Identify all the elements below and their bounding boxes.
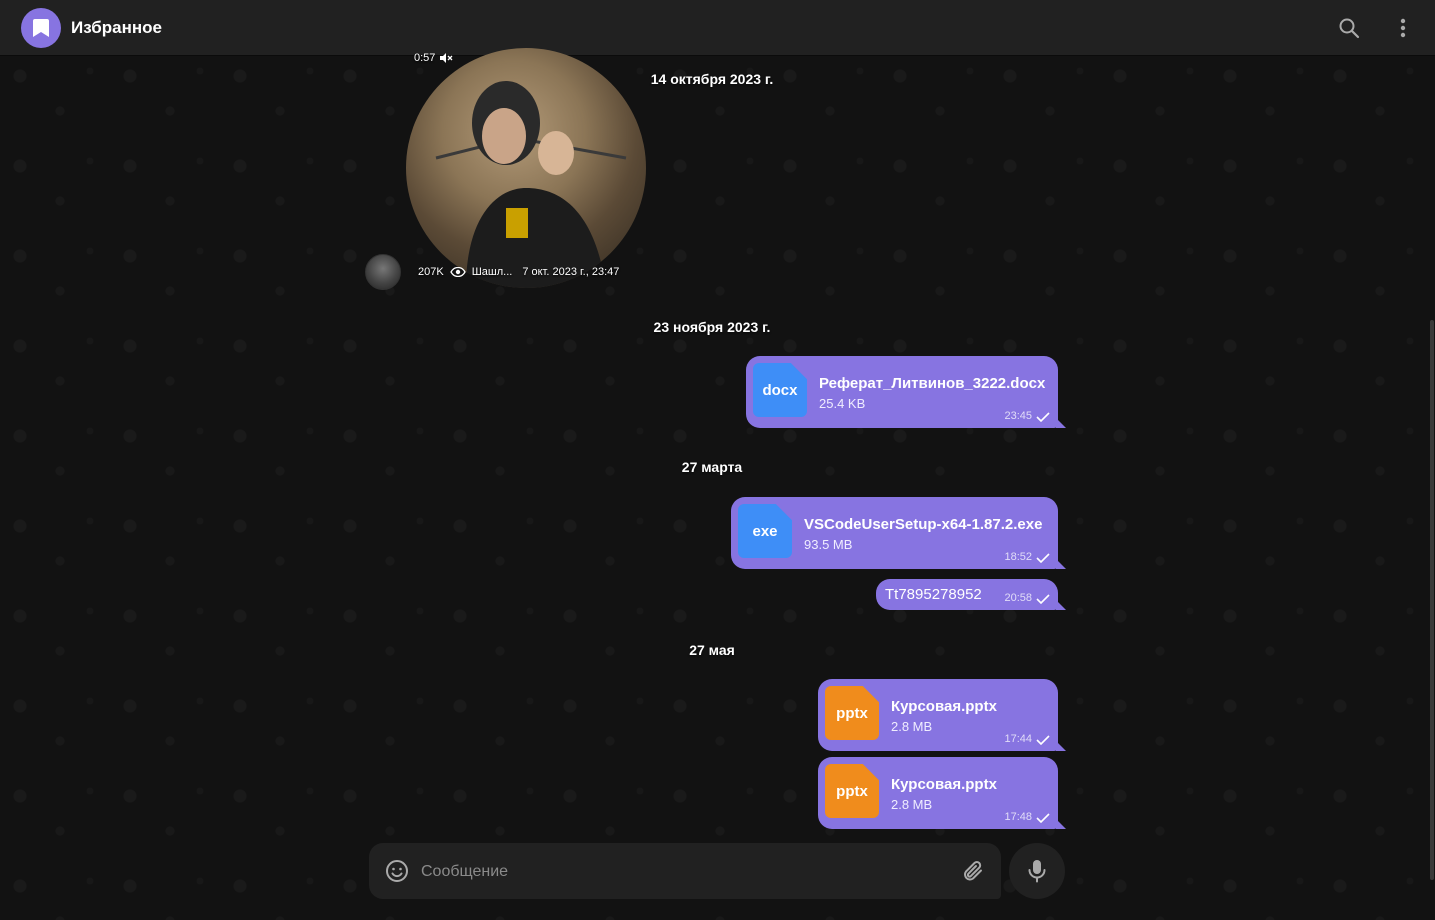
file-name: Реферат_Литвинов_3222.docx bbox=[819, 375, 1046, 392]
video-author: Шашл... bbox=[471, 266, 513, 278]
file-name: VSCodeUserSetup-x64-1.87.2.exe bbox=[804, 516, 1043, 533]
message-time: 18:52 bbox=[1004, 551, 1032, 563]
message-composer bbox=[369, 843, 1001, 899]
chat-background bbox=[0, 56, 1435, 920]
document-message[interactable]: exe VSCodeUserSetup-x64-1.87.2.exe 93.5 … bbox=[731, 497, 1066, 569]
sender-avatar[interactable] bbox=[365, 254, 401, 290]
message-text: Tt7895278952 bbox=[885, 586, 982, 603]
search-icon bbox=[1339, 18, 1360, 39]
paperclip-icon bbox=[964, 861, 982, 881]
voice-record-button[interactable] bbox=[1009, 843, 1065, 899]
document-message[interactable]: pptx Курсовая.pptx 2.8 MB 17:48 bbox=[818, 757, 1066, 829]
date-separator: 27 мая bbox=[689, 642, 735, 658]
more-button[interactable] bbox=[1389, 14, 1417, 42]
file-size: 2.8 MB bbox=[891, 719, 933, 734]
date-separator: 23 ноября 2023 г. bbox=[653, 319, 771, 335]
muted-icon bbox=[440, 53, 453, 63]
file-name: Курсовая.pptx bbox=[891, 776, 997, 793]
video-timestamp: 7 окт. 2023 г., 23:47 bbox=[522, 266, 620, 278]
scrollbar-thumb[interactable] bbox=[1430, 320, 1434, 880]
sent-check-icon bbox=[1036, 813, 1050, 823]
message-time: 23:45 bbox=[1004, 410, 1032, 422]
chat-title[interactable]: Избранное bbox=[71, 18, 162, 38]
pptx-file-icon[interactable]: pptx bbox=[825, 764, 879, 818]
microphone-icon bbox=[1028, 860, 1046, 883]
file-size: 2.8 MB bbox=[891, 797, 933, 812]
video-duration: 0:57 bbox=[414, 52, 453, 64]
round-video-message[interactable] bbox=[406, 48, 646, 288]
file-name: Курсовая.pptx bbox=[891, 698, 997, 715]
views-eye-icon bbox=[449, 267, 466, 277]
more-vertical-icon bbox=[1400, 18, 1406, 38]
attach-button[interactable] bbox=[961, 859, 985, 888]
bookmark-icon bbox=[33, 18, 49, 37]
sent-check-icon bbox=[1036, 594, 1050, 604]
saved-messages-avatar[interactable] bbox=[21, 7, 61, 48]
date-separator: 27 марта bbox=[681, 459, 743, 475]
emoji-icon bbox=[386, 860, 408, 882]
docx-file-icon[interactable]: docx bbox=[753, 363, 807, 417]
pptx-file-icon[interactable]: pptx bbox=[825, 686, 879, 740]
sent-check-icon bbox=[1036, 735, 1050, 745]
document-message[interactable]: pptx Курсовая.pptx 2.8 MB 17:44 bbox=[818, 679, 1066, 751]
document-message[interactable]: docx Реферат_Литвинов_3222.docx 25.4 KB … bbox=[746, 356, 1066, 428]
video-thumbnail bbox=[435, 81, 627, 288]
message-time: 17:44 bbox=[1004, 733, 1032, 745]
message-input[interactable] bbox=[419, 857, 943, 887]
emoji-button[interactable] bbox=[385, 859, 409, 888]
file-size: 25.4 KB bbox=[819, 396, 866, 411]
date-separator: 14 октября 2023 г. bbox=[650, 71, 774, 87]
search-button[interactable] bbox=[1335, 14, 1363, 42]
scrollbar[interactable] bbox=[1430, 60, 1434, 912]
chat-header: Избранное bbox=[0, 0, 1435, 56]
message-time: 17:48 bbox=[1004, 811, 1032, 823]
sent-check-icon bbox=[1036, 412, 1050, 422]
sent-check-icon bbox=[1036, 553, 1050, 563]
video-footer: 207K Шашл... 7 окт. 2023 г., 23:47 bbox=[418, 266, 620, 278]
message-time: 20:58 bbox=[1004, 592, 1032, 604]
file-size: 93.5 MB bbox=[804, 537, 853, 552]
text-message[interactable]: Tt7895278952 20:58 bbox=[876, 579, 1066, 610]
exe-file-icon[interactable]: exe bbox=[738, 504, 792, 558]
